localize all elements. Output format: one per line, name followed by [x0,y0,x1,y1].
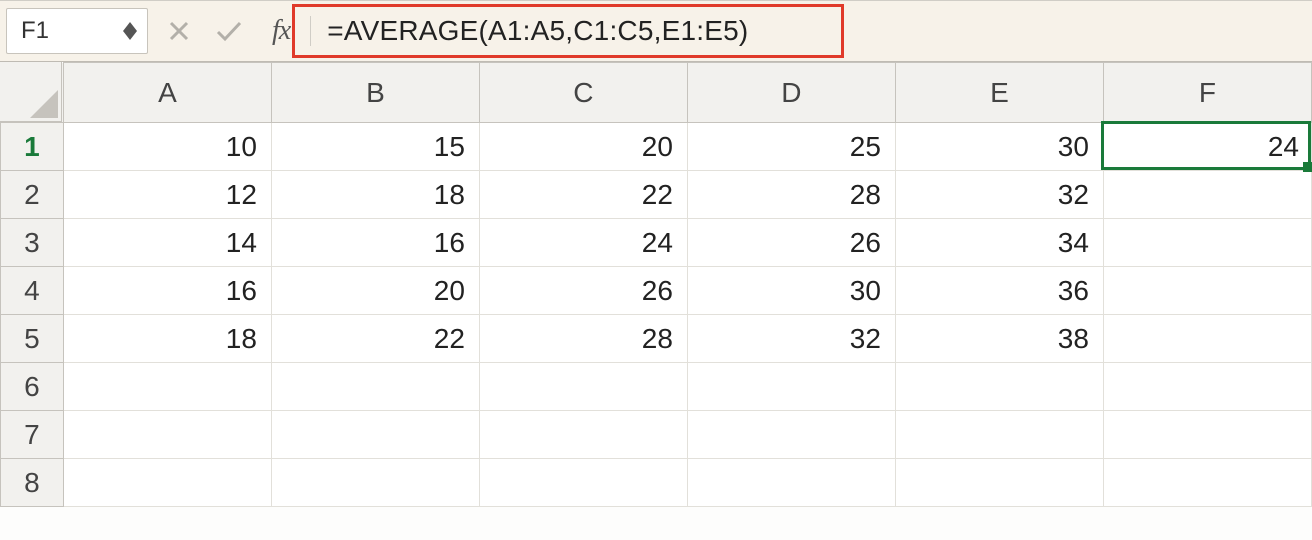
enter-button[interactable] [212,14,246,48]
cell-B6[interactable] [271,363,479,411]
chevron-down-icon [123,31,137,40]
cell-C4[interactable]: 26 [479,267,687,315]
col-header-B[interactable]: B [271,63,479,123]
cell-D6[interactable] [687,363,895,411]
cancel-button[interactable] [162,14,196,48]
cell-C8[interactable] [479,459,687,507]
cell-F8[interactable] [1103,459,1311,507]
row-header-2[interactable]: 2 [1,171,64,219]
cell-A2[interactable]: 12 [63,171,271,219]
cell-D2[interactable]: 28 [687,171,895,219]
cell-C7[interactable] [479,411,687,459]
row-header-1[interactable]: 1 [1,123,64,171]
cell-E1[interactable]: 30 [895,123,1103,171]
cell-E3[interactable]: 34 [895,219,1103,267]
cell-F1[interactable]: 24 [1103,123,1311,171]
cell-D8[interactable] [687,459,895,507]
cell-B8[interactable] [271,459,479,507]
row-header-3[interactable]: 3 [1,219,64,267]
formula-area: fx =AVERAGE(A1:A5,C1:C5,E1:E5) [256,8,1306,54]
cell-F5[interactable] [1103,315,1311,363]
formula-bar-buttons [162,14,246,48]
cell-A4[interactable]: 16 [63,267,271,315]
col-header-E[interactable]: E [895,63,1103,123]
name-box-area: F1 [6,8,148,54]
grid-table: A B C D E F 1101520253024212182228323141… [0,62,1312,507]
cell-C2[interactable]: 22 [479,171,687,219]
cell-A5[interactable]: 18 [63,315,271,363]
spreadsheet-grid: A B C D E F 1101520253024212182228323141… [0,62,1312,507]
cell-F3[interactable] [1103,219,1311,267]
cell-D7[interactable] [687,411,895,459]
cell-E2[interactable]: 32 [895,171,1103,219]
cell-C3[interactable]: 24 [479,219,687,267]
chevron-up-icon [123,22,137,31]
formula-bar: F1 fx =AVERAGE(A1:A5,C1:C5,E1:E5) [0,0,1312,62]
cell-E5[interactable]: 38 [895,315,1103,363]
cell-C6[interactable] [479,363,687,411]
check-icon [216,20,242,42]
name-box-value: F1 [21,17,121,45]
cell-D1[interactable]: 25 [687,123,895,171]
cell-B2[interactable]: 18 [271,171,479,219]
name-box[interactable]: F1 [6,8,148,54]
row-header-6[interactable]: 6 [1,363,64,411]
cell-D3[interactable]: 26 [687,219,895,267]
cell-E7[interactable] [895,411,1103,459]
cell-B3[interactable]: 16 [271,219,479,267]
select-all-corner[interactable] [0,62,62,122]
cell-F2[interactable] [1103,171,1311,219]
cell-E4[interactable]: 36 [895,267,1103,315]
cancel-icon [168,20,190,42]
cell-B5[interactable]: 22 [271,315,479,363]
row-header-7[interactable]: 7 [1,411,64,459]
select-all-icon [30,90,58,118]
fx-label[interactable]: fx [272,15,290,47]
cell-B7[interactable] [271,411,479,459]
cell-D5[interactable]: 32 [687,315,895,363]
cell-E6[interactable] [895,363,1103,411]
cell-A6[interactable] [63,363,271,411]
cell-A3[interactable]: 14 [63,219,271,267]
cell-E8[interactable] [895,459,1103,507]
row-header-8[interactable]: 8 [1,459,64,507]
fx-divider [310,16,311,46]
row-header-4[interactable]: 4 [1,267,64,315]
cell-A8[interactable] [63,459,271,507]
cell-B4[interactable]: 20 [271,267,479,315]
name-box-spinner[interactable] [121,22,139,40]
col-header-D[interactable]: D [687,63,895,123]
cell-C1[interactable]: 20 [479,123,687,171]
col-header-F[interactable]: F [1103,63,1311,123]
cell-F4[interactable] [1103,267,1311,315]
cell-C5[interactable]: 28 [479,315,687,363]
cell-F6[interactable] [1103,363,1311,411]
row-header-5[interactable]: 5 [1,315,64,363]
col-header-A[interactable]: A [63,63,271,123]
cell-F7[interactable] [1103,411,1311,459]
col-header-C[interactable]: C [479,63,687,123]
formula-input[interactable]: =AVERAGE(A1:A5,C1:C5,E1:E5) [327,15,748,47]
cell-A1[interactable]: 10 [63,123,271,171]
cell-A7[interactable] [63,411,271,459]
cell-B1[interactable]: 15 [271,123,479,171]
cell-D4[interactable]: 30 [687,267,895,315]
